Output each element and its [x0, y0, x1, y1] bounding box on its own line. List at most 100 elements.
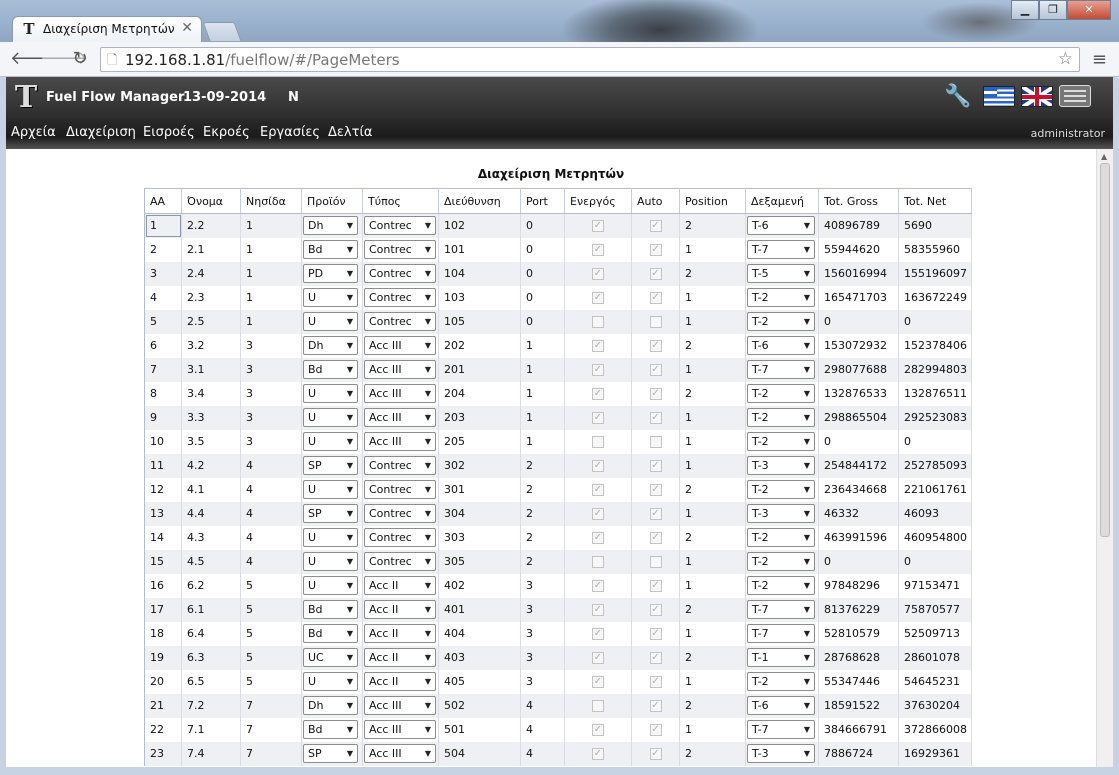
- tank-select[interactable]: T-7 ▼: [747, 600, 815, 619]
- type-select[interactable]: Acc II ▼: [364, 624, 436, 643]
- type-select[interactable]: Contrec ▼: [364, 504, 436, 523]
- table-row[interactable]: 16 6.2 5 U ▼ Acc II ▼ 402 3 ✓ ✓ 1 T-2 ▼ 97848296 971534…: [144, 573, 972, 598]
- table-row[interactable]: 12 4.1 4 U ▼ Contrec ▼ 301 2 ✓ ✓ 2 T-2 ▼ 236434668 2210…: [144, 477, 972, 502]
- col-header-product[interactable]: Προϊόν: [301, 188, 363, 214]
- tank-select[interactable]: T-2 ▼: [747, 384, 815, 403]
- type-select[interactable]: Contrec ▼: [364, 216, 436, 236]
- active-checkbox[interactable]: ✓: [592, 268, 604, 280]
- product-select[interactable]: UC ▼: [303, 648, 358, 667]
- table-row[interactable]: 7 3.1 3 Bd ▼ Acc III ▼ 201 1 ✓ ✓ 1 T-7 ▼ 298077688 2829…: [144, 357, 972, 382]
- product-select[interactable]: U ▼: [303, 408, 358, 427]
- table-row[interactable]: 13 4.4 4 SP ▼ Contrec ▼ 304 2 ✓ ✓ 1 T-3 ▼ 46332 46093: [144, 501, 972, 526]
- product-select[interactable]: Bd ▼: [303, 360, 358, 379]
- tank-select[interactable]: T-2 ▼: [747, 408, 815, 427]
- type-select[interactable]: Acc II ▼: [364, 600, 436, 619]
- type-select[interactable]: Acc III ▼: [364, 432, 436, 451]
- tank-select[interactable]: T-6 ▼: [747, 696, 815, 715]
- product-select[interactable]: Dh ▼: [303, 216, 358, 236]
- active-checkbox[interactable]: ✓: [592, 508, 604, 520]
- table-row[interactable]: 11 4.2 4 SP ▼ Contrec ▼ 302 2 ✓ ✓ 1 T-3 ▼ 254844172 252…: [144, 453, 972, 478]
- active-checkbox[interactable]: ✓: [592, 460, 604, 472]
- menu-outputs[interactable]: Εκροές: [203, 125, 250, 140]
- active-checkbox[interactable]: [592, 316, 604, 328]
- table-row[interactable]: 23 7.4 7 SP ▼ Acc III ▼ 504 4 ✓ ✓ 2 T-3 ▼ 7886724 16929…: [144, 741, 972, 766]
- active-checkbox[interactable]: ✓: [592, 676, 604, 688]
- product-select[interactable]: SP ▼: [303, 504, 358, 523]
- active-checkbox[interactable]: ✓: [592, 364, 604, 376]
- table-row[interactable]: 8 3.4 3 U ▼ Acc III ▼ 204 1 ✓ ✓ 2 T-2 ▼ 132876533 13287…: [144, 381, 972, 406]
- type-select[interactable]: Acc III ▼: [364, 720, 436, 739]
- product-select[interactable]: Bd ▼: [303, 624, 358, 643]
- auto-checkbox[interactable]: ✓: [649, 532, 662, 544]
- page-scrollbar[interactable]: ▲: [1096, 149, 1113, 767]
- back-arrow-icon[interactable]: 🡐: [10, 48, 58, 70]
- active-checkbox[interactable]: [592, 436, 604, 448]
- product-select[interactable]: U ▼: [303, 528, 358, 547]
- auto-checkbox[interactable]: ✓: [649, 220, 662, 233]
- active-checkbox[interactable]: ✓: [592, 652, 604, 664]
- auto-checkbox[interactable]: ✓: [649, 364, 662, 376]
- type-select[interactable]: Acc III ▼: [364, 696, 436, 715]
- type-select[interactable]: Contrec ▼: [364, 240, 436, 259]
- table-row[interactable]: 6 3.2 3 Dh ▼ Acc III ▼ 202 1 ✓ ✓ 2 T-6 ▼ 153072932 1523…: [144, 333, 972, 358]
- tank-select[interactable]: T-6 ▼: [747, 216, 815, 236]
- auto-checkbox[interactable]: [649, 316, 662, 328]
- type-select[interactable]: Contrec ▼: [364, 480, 436, 499]
- table-row[interactable]: 2 2.1 1 Bd ▼ Contrec ▼ 101 0 ✓ ✓ 1 T-7 ▼ 55944620 58355…: [144, 237, 972, 262]
- type-select[interactable]: Acc III ▼: [364, 360, 436, 379]
- tank-select[interactable]: T-6 ▼: [747, 336, 815, 355]
- scrollbar-thumb[interactable]: [1100, 163, 1110, 537]
- tank-select[interactable]: T-1 ▼: [747, 648, 815, 667]
- auto-checkbox[interactable]: ✓: [649, 508, 662, 520]
- product-select[interactable]: U ▼: [303, 480, 358, 499]
- auto-checkbox[interactable]: ✓: [649, 628, 662, 640]
- reload-icon[interactable]: ↻: [69, 48, 91, 70]
- col-header-name[interactable]: Όνομα: [181, 188, 241, 214]
- product-select[interactable]: PD ▼: [303, 264, 358, 283]
- table-row[interactable]: 5 2.5 1 U ▼ Contrec ▼ 105 0 1 T-2 ▼ 0 0: [144, 309, 972, 334]
- type-select[interactable]: Acc III ▼: [364, 744, 436, 763]
- window-close-button[interactable]: ✕: [1067, 0, 1111, 20]
- tank-select[interactable]: T-7 ▼: [747, 624, 815, 643]
- table-row[interactable]: 19 6.3 5 UC ▼ Acc II ▼ 403 3 ✓ ✓ 2 T-1 ▼ 28768628 28601…: [144, 645, 972, 670]
- tank-select[interactable]: T-5 ▼: [747, 264, 815, 283]
- active-checkbox[interactable]: ✓: [592, 388, 604, 400]
- keyboard-icon[interactable]: [1059, 85, 1091, 107]
- auto-checkbox[interactable]: ✓: [649, 748, 662, 760]
- browser-tab[interactable]: T Διαχείριση Μετρητών ✕: [12, 16, 202, 42]
- new-tab-button[interactable]: [202, 22, 242, 41]
- maximize-button[interactable]: ❐: [1039, 0, 1067, 20]
- auto-checkbox[interactable]: ✓: [649, 292, 662, 304]
- col-header-port[interactable]: Port: [520, 188, 565, 214]
- type-select[interactable]: Acc II ▼: [364, 672, 436, 691]
- tab-close-icon[interactable]: ✕: [181, 20, 193, 36]
- forward-arrow-icon[interactable]: 🡒: [40, 48, 88, 70]
- col-header-island[interactable]: Νησίδα: [240, 188, 302, 214]
- type-select[interactable]: Acc III ▼: [364, 336, 436, 355]
- table-row[interactable]: 9 3.3 3 U ▼ Acc III ▼ 203 1 ✓ ✓ 1 T-2 ▼ 298865504 29252…: [144, 405, 972, 430]
- auto-checkbox[interactable]: ✓: [649, 484, 662, 496]
- table-row[interactable]: 10 3.5 3 U ▼ Acc III ▼ 205 1 1 T-2 ▼ 0 0: [144, 429, 972, 454]
- col-header-tot-gross[interactable]: Tot. Gross: [818, 188, 899, 214]
- active-checkbox[interactable]: [592, 700, 604, 712]
- col-header-auto[interactable]: Auto: [631, 188, 680, 214]
- tank-select[interactable]: T-3 ▼: [747, 456, 815, 475]
- product-select[interactable]: U ▼: [303, 672, 358, 691]
- tank-select[interactable]: T-7 ▼: [747, 360, 815, 379]
- table-row[interactable]: 17 6.1 5 Bd ▼ Acc II ▼ 401 3 ✓ ✓ 2 T-7 ▼ 81376229 75870…: [144, 597, 972, 622]
- type-select[interactable]: Contrec ▼: [364, 456, 436, 475]
- minimize-button[interactable]: ▁: [1011, 0, 1039, 20]
- product-select[interactable]: U ▼: [303, 432, 358, 451]
- menu-inputs[interactable]: Εισροές: [143, 125, 195, 140]
- active-checkbox[interactable]: ✓: [592, 244, 604, 256]
- active-checkbox[interactable]: ✓: [592, 628, 604, 640]
- auto-checkbox[interactable]: ✓: [649, 460, 662, 472]
- auto-checkbox[interactable]: [649, 556, 662, 568]
- auto-checkbox[interactable]: ✓: [649, 700, 662, 712]
- product-select[interactable]: U ▼: [303, 552, 358, 571]
- table-row[interactable]: 21 7.2 7 Dh ▼ Acc III ▼ 502 4 ✓ 2 T-6 ▼ 18591522 37630…: [144, 693, 972, 718]
- settings-wrench-icon[interactable]: 🔧: [944, 84, 971, 109]
- col-header-active[interactable]: Ενεργός: [564, 188, 632, 214]
- product-select[interactable]: Bd ▼: [303, 240, 358, 259]
- active-checkbox[interactable]: ✓: [592, 724, 604, 736]
